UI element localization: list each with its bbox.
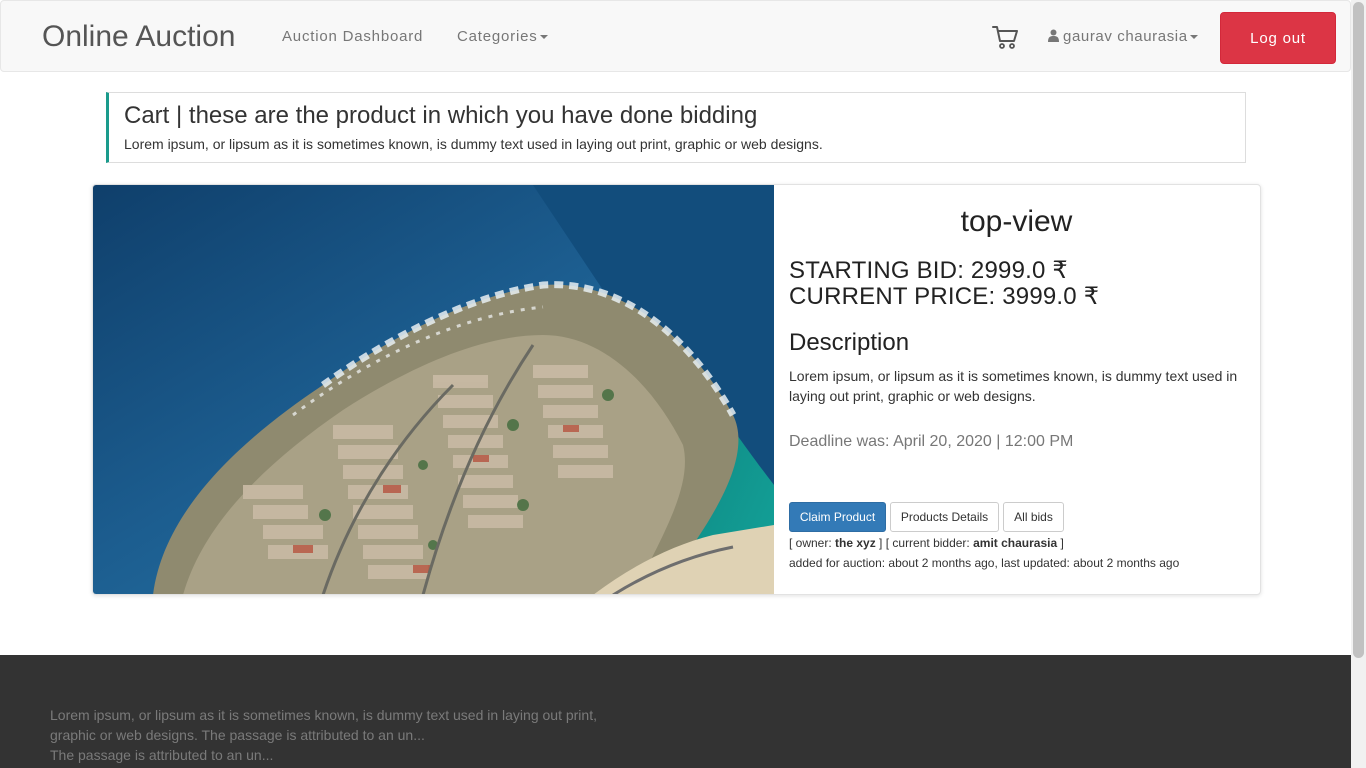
deadline-text: Deadline was: April 20, 2020 | 12:00 PM [789, 433, 1074, 450]
page-title: Cart | these are the product in which yo… [124, 102, 758, 129]
logout-button[interactable]: Log out [1220, 12, 1336, 64]
product-details-button[interactable]: Products Details [890, 502, 999, 532]
scrollbar[interactable] [1351, 0, 1366, 768]
description-heading: Description [789, 329, 910, 356]
claim-product-button[interactable]: Claim Product [789, 502, 886, 532]
user-name: gaurav chaurasia [1063, 28, 1188, 45]
footer-text: Lorem ipsum, or lipsum as it is sometime… [50, 705, 610, 765]
product-title: top-view [960, 205, 1073, 238]
nav-auction-dashboard[interactable]: Auction Dashboard [282, 27, 423, 47]
product-image [93, 185, 774, 594]
scrollbar-thumb[interactable] [1353, 2, 1364, 658]
navbar: Online Auction Auction Dashboard Categor… [0, 0, 1351, 72]
product-card: top-view STARTING BID: 2999.0 ₹ CURRENT … [92, 184, 1261, 595]
nav-categories-dropdown[interactable]: Categories [457, 27, 548, 47]
owner-bidder-line: [ owner: the xyz ] [ current bidder: ami… [789, 536, 1064, 550]
brand-logo[interactable]: Online Auction [42, 19, 235, 55]
added-updated-line: added for auction: about 2 months ago, l… [789, 556, 1180, 570]
caret-down-icon [539, 35, 548, 40]
bidder-suffix: ] [1057, 536, 1064, 550]
user-menu-dropdown[interactable]: gaurav chaurasia [1048, 27, 1198, 47]
bidder-prefix: ] [ current bidder: [875, 536, 974, 550]
bidder-name: amit chaurasia [973, 536, 1058, 550]
page-subtitle: Lorem ipsum, or lipsum as it is sometime… [124, 136, 823, 152]
footer: Lorem ipsum, or lipsum as it is sometime… [0, 655, 1351, 768]
nav-categories-label: Categories [457, 28, 538, 45]
owner-name: the xyz [835, 536, 876, 550]
footer-text-1: Lorem ipsum, or lipsum as it is sometime… [50, 707, 597, 743]
current-price: CURRENT PRICE: 3999.0 ₹ [789, 283, 1100, 310]
footer-text-2: The passage is attributed to an un... [50, 747, 274, 763]
starting-bid: STARTING BID: 2999.0 ₹ [789, 257, 1068, 284]
cart-icon[interactable] [991, 23, 1019, 51]
cart-header: Cart | these are the product in which yo… [106, 92, 1246, 163]
all-bids-button[interactable]: All bids [1003, 502, 1064, 532]
description-text: Lorem ipsum, or lipsum as it is sometime… [789, 368, 1238, 404]
user-icon [1048, 29, 1059, 42]
caret-down-icon [1189, 35, 1198, 40]
owner-prefix: [ owner: [789, 536, 836, 550]
